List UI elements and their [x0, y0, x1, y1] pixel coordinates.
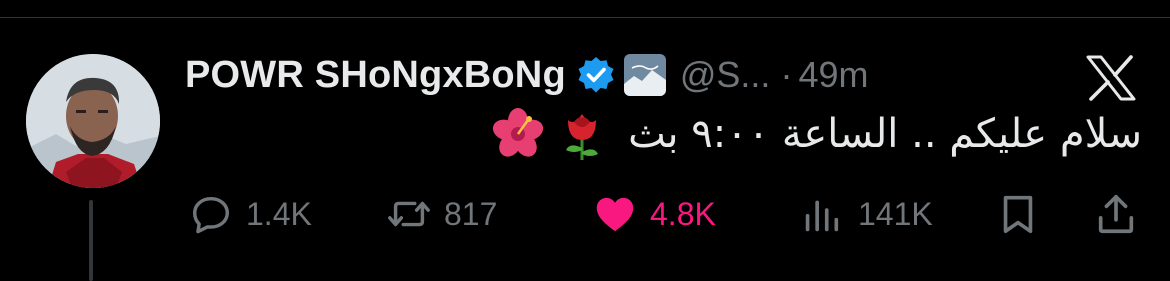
heart-icon — [596, 197, 634, 232]
repost-count: 817 — [444, 195, 498, 232]
avatar[interactable] — [26, 54, 160, 188]
tweet-header: POWR SHoNgxBoNg @S... · 49m — [185, 52, 868, 98]
hibiscus-emoji — [493, 108, 544, 157]
avatar-image — [26, 54, 160, 188]
timestamp[interactable]: 49m — [798, 54, 868, 96]
bookmark-icon — [1003, 195, 1033, 234]
share-button[interactable] — [1093, 188, 1139, 240]
repost-icon — [388, 201, 430, 227]
reply-icon — [192, 196, 230, 234]
like-count: 4.8K — [650, 195, 716, 232]
repost-button[interactable]: 817 — [386, 188, 497, 240]
reply-count: 1.4K — [246, 195, 312, 232]
handle[interactable]: @S... — [680, 54, 771, 96]
views-button[interactable]: 141K — [800, 188, 933, 240]
separator: · — [780, 54, 793, 95]
verified-badge-icon[interactable] — [576, 55, 616, 95]
share-icon — [1098, 194, 1134, 234]
display-name[interactable]: POWR SHoNgxBoNg — [185, 54, 566, 97]
rose-emoji — [566, 114, 599, 160]
affiliate-badge-icon[interactable] — [623, 54, 666, 96]
emoji-group — [482, 106, 610, 162]
views-icon — [805, 200, 839, 232]
x-logo-icon[interactable] — [1085, 55, 1137, 101]
like-button[interactable]: 4.8K — [592, 188, 716, 240]
tweet-text: سلام عليكم .. الساعة ٩:٠٠ بث — [628, 111, 1142, 157]
view-count: 141K — [858, 195, 933, 232]
action-bar: 1.4K 817 4.8K 141K — [0, 188, 1170, 240]
tweet-text-row: سلام عليكم .. الساعة ٩:٠٠ بث — [482, 106, 1142, 162]
bookmark-button[interactable] — [995, 188, 1041, 240]
reply-button[interactable]: 1.4K — [188, 188, 312, 240]
top-divider — [0, 17, 1170, 18]
